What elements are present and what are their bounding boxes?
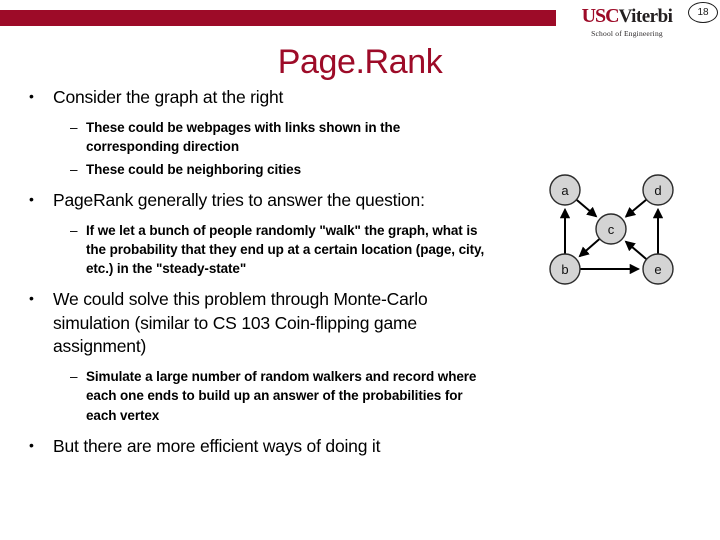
bullet-dot-icon: • — [29, 436, 34, 453]
bullet-dash-icon: – — [70, 223, 78, 238]
graph-node-label-a: a — [561, 183, 569, 198]
bullet-item-level-2: – These could be webpages with links show… — [0, 118, 520, 156]
graph-node-b: b — [549, 253, 581, 285]
bullet-item-level-1: • PageRank generally tries to answer the … — [0, 189, 520, 212]
bullet-spacer — [0, 281, 520, 288]
bullet-text: But there are more efficient ways of doi… — [53, 435, 381, 456]
logo-usc-text: USC — [581, 5, 620, 27]
graph-node-e: e — [642, 253, 674, 285]
usc-viterbi-logo: USCViterbi School of Engineering — [568, 6, 686, 38]
bullet-item-level-1: • Consider the graph at the right — [0, 86, 520, 109]
graph-node-a: a — [549, 174, 581, 206]
bullet-text: We could solve this problem through Mont… — [53, 289, 428, 356]
bullet-spacer — [0, 428, 520, 435]
header-accent-bar — [0, 10, 556, 26]
bullet-spacer — [0, 182, 520, 189]
bullet-item-level-2: – Simulate a large number of random walke… — [0, 367, 520, 424]
bullet-text: PageRank generally tries to answer the q… — [53, 189, 425, 210]
graph-node-c: c — [595, 213, 627, 245]
graph-node-d: d — [642, 174, 674, 206]
graph-nodes: a d c b e — [549, 174, 674, 285]
bullet-dot-icon: • — [29, 88, 34, 104]
graph-edge-c-to-b — [578, 238, 600, 258]
bullet-item-level-1: • We could solve this problem through Mon… — [0, 288, 520, 358]
page-number-text: 18 — [697, 7, 709, 18]
directed-graph-diagram: a d c b e — [520, 160, 720, 300]
bullet-list: • Consider the graph at the right – These c… — [0, 86, 520, 463]
bullet-dot-icon: • — [29, 290, 34, 307]
graph-svg: a d c b e — [549, 174, 674, 285]
page-title: Page.Rank — [277, 43, 443, 81]
graph-node-label-b: b — [561, 262, 568, 277]
bullet-dash-icon: – — [70, 120, 78, 136]
bullet-text: Consider the graph at the right — [53, 87, 284, 107]
graph-edge-d-to-c — [624, 199, 647, 218]
bullet-item-level-2: – If we let a bunch of people randomly "w… — [0, 221, 520, 278]
bullet-text: If we let a bunch of people randomly "wa… — [86, 223, 485, 277]
bullet-text: These could be webpages with links shown… — [86, 120, 401, 155]
graph-node-label-e: e — [654, 262, 661, 277]
logo-viterbi-text: Viterbi — [618, 6, 673, 27]
bullet-text: These could be neighboring cities — [86, 161, 301, 177]
logo-wordmark: USCViterbi — [568, 6, 686, 26]
page-number-badge: 18 — [688, 2, 718, 23]
bullet-item-level-1: • But there are more efficient ways of do… — [0, 435, 520, 458]
graph-node-label-d: d — [654, 183, 661, 198]
graph-edge-a-to-c — [576, 199, 598, 218]
bullet-dot-icon: • — [29, 190, 34, 207]
slide-canvas: USCViterbi School of Engineering 18 Page… — [0, 0, 720, 540]
graph-edge-e-to-c — [624, 240, 647, 260]
graph-node-label-c: c — [608, 222, 615, 237]
bullet-item-level-2: – These could be neighboring cities — [0, 160, 520, 179]
bullet-text: Simulate a large number of random walker… — [86, 369, 477, 423]
logo-tagline-text: School of Engineering — [591, 29, 663, 38]
bullet-dash-icon: – — [70, 369, 78, 385]
bullet-dash-icon: – — [70, 161, 78, 177]
